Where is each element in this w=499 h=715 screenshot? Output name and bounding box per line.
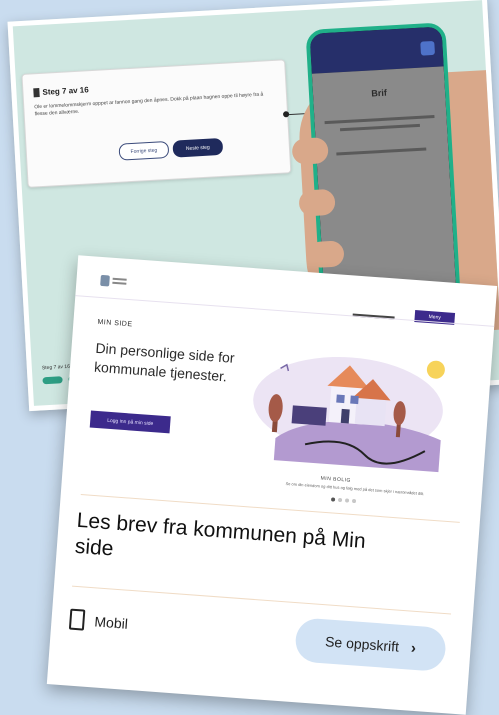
carousel-caption-title: MIN BOLIG xyxy=(320,475,352,484)
see-recipe-button[interactable]: Se oppskrift › xyxy=(294,617,447,673)
carousel-dot[interactable] xyxy=(344,498,350,503)
phone-text-line xyxy=(324,115,435,125)
previous-step-button[interactable]: Forrige steg xyxy=(118,140,170,161)
phone-text-line xyxy=(339,123,421,132)
step-counter: Steg 7 av 16 xyxy=(41,363,71,372)
hero-title: Din personlige side for kommunale tjenes… xyxy=(93,339,236,385)
carousel-dots[interactable] xyxy=(330,497,357,504)
login-button[interactable]: Logg inn på min side xyxy=(89,410,171,434)
chevron-right-icon: › xyxy=(410,639,417,657)
step-title: Steg 7 av 16 xyxy=(33,85,89,98)
coat-of-arms-logo xyxy=(100,274,110,287)
phone-text-line xyxy=(336,147,427,156)
carousel-dot-active[interactable] xyxy=(330,497,336,502)
min-side-card: Meny MIN SIDE Din personlige side for ko… xyxy=(46,255,498,715)
page-heading: Les brev fra kommunen på Min side xyxy=(74,508,367,561)
phone-app-button xyxy=(420,40,436,56)
finger xyxy=(291,137,329,165)
phone-heading: Brif xyxy=(371,87,388,99)
tutorial-step-popup: Steg 7 av 16 Ole er lommelommskjerm oppp… xyxy=(21,59,292,188)
next-step-button[interactable]: Neste steg xyxy=(172,137,224,158)
logo-wordmark xyxy=(112,277,127,281)
pointer-dot xyxy=(282,111,290,118)
step-title-text: Steg 7 av 16 xyxy=(42,85,89,97)
device-label: Mobil xyxy=(93,612,129,632)
flag-icon xyxy=(33,88,40,98)
device-label-row: Mobil xyxy=(68,608,129,634)
finger xyxy=(298,188,336,217)
house-illustration xyxy=(253,356,445,473)
finger xyxy=(307,240,345,269)
phone-screen: Brif xyxy=(311,66,457,304)
carousel-caption-text: Se om din eiendom og ditt hus og følg me… xyxy=(285,480,425,497)
carousel-dot[interactable] xyxy=(337,497,343,503)
section-kicker: MIN SIDE xyxy=(97,318,133,329)
carousel-dot[interactable] xyxy=(351,498,357,504)
see-recipe-label: Se oppskrift xyxy=(324,633,400,655)
phone-icon xyxy=(68,608,86,631)
progress-pill xyxy=(42,376,63,385)
bottom-divider xyxy=(72,585,452,615)
